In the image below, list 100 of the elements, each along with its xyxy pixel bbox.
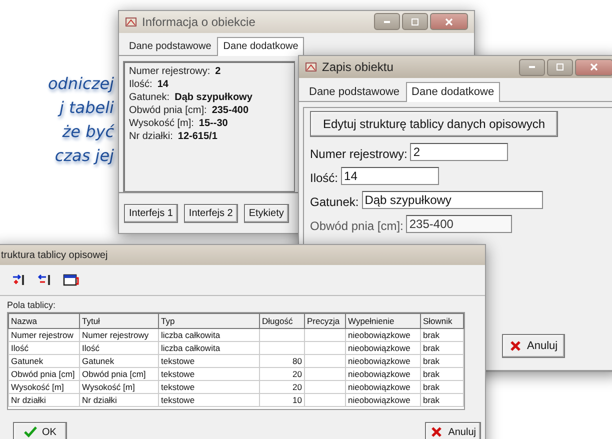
maximize-icon [555,62,565,72]
cross-icon [509,340,522,352]
table-cell: nieobowiązkowe [346,380,420,394]
table-cell: tekstowe [158,394,260,406]
interface-button[interactable]: Interfejs 1 [124,204,178,223]
tab[interactable]: Dane podstawowe [303,82,406,101]
table-cell: Numer rejestrow [8,328,80,342]
table-cell: 20 [260,368,304,380]
tab[interactable]: Dane dodatkowe [406,82,500,102]
table-cell: nieobowiązkowe [346,394,420,406]
table-cell: nieobowiązkowe [346,342,420,354]
table-cell: 20 [260,380,304,394]
tab[interactable]: Dane podstawowe [123,36,218,55]
field-label: Ilość: [310,171,338,185]
table-cell: Ilość [8,342,80,354]
cancel-button[interactable]: Anuluj [502,334,565,358]
field-value: 15--30 [198,118,228,129]
intro-text-line: że być [62,121,114,143]
intro-text-line: odniczej [48,73,114,95]
checkmark-icon [24,426,37,438]
table-cell: nieobowiązkowe [346,328,420,342]
column-header[interactable]: Tytuł [80,314,158,328]
table-cell: nieobowiązkowe [346,368,420,380]
maximize-icon [410,16,420,27]
table-cell: Ilość [80,342,158,354]
input-field[interactable]: 235-400 [406,215,512,233]
tab[interactable]: Dane dodatkowe [217,36,304,56]
column-header[interactable]: Typ [158,314,260,328]
field-label: Gatunek: [310,195,359,209]
intro-text-line: czas jej [54,145,114,167]
table-cell: Nr działki [80,394,158,406]
table-cell: tekstowe [158,380,260,394]
column-header[interactable]: Precyzja [304,314,346,328]
close-button[interactable] [430,13,468,30]
cross-icon [430,426,444,438]
field-label: Gatunek: [129,92,170,103]
minimize-button[interactable] [519,58,545,76]
column-header[interactable]: Nazwa [8,314,80,328]
field-value: 2 [215,66,221,77]
cancel-button[interactable]: Anuluj [425,422,481,439]
ok-button[interactable]: OK [13,422,68,439]
table-cell: liczba całkowita [158,328,260,342]
table-cell: Nr działki [8,394,80,406]
table-cell: tekstowe [158,368,260,380]
table-cell: brak [420,354,464,368]
field-value: 14 [157,78,168,90]
table-cell: brak [420,328,464,342]
window-title: Informacja o obiekcie [142,14,256,29]
field-value: 12-615/1 [178,130,218,142]
table-cell: nieobowiązkowe [346,354,420,368]
table-cell: Obwód pnia [cm] [8,368,80,380]
table-cell: tekstowe [158,354,260,368]
maximize-button[interactable] [547,58,573,76]
field-value: Dąb szypułkowy [174,92,252,103]
table-cell: brak [420,394,464,406]
input-field[interactable]: 2 [410,143,508,161]
close-icon [589,62,599,72]
field-value: 235-400 [212,104,249,116]
interface-button[interactable]: Interfejs 2 [184,204,238,223]
table-cell: brak [420,380,464,394]
column-header[interactable]: Słownik [420,314,464,328]
field-label: Numer rejestrowy: [129,66,210,77]
minimize-button[interactable] [374,13,400,30]
table-cell: brak [420,368,464,380]
table-cell: Wysokość [m] [80,380,158,394]
column-header[interactable]: Długość [260,314,304,328]
table-cell: Gatunek [8,354,80,368]
window-title: truktura tablicy opisowej [1,250,108,260]
add-field-icon[interactable] [11,273,27,287]
table-cell: Gatunek [80,354,158,368]
minimize-icon [384,20,390,23]
input-field[interactable]: Dąb szypułkowy [362,191,543,209]
input-field[interactable]: 14 [341,167,440,185]
window-title: Zapis obiektu [322,60,394,74]
field-label: Wysokość [m]: [129,118,194,129]
table-cell: liczba całkowita [158,342,260,354]
interface-button[interactable]: Etykiety [244,204,289,223]
maximize-button[interactable] [402,13,428,30]
table-cell: Wysokość [m] [8,380,80,394]
table-label: Pola tablicy: [6,299,57,312]
app-icon [305,61,317,73]
field-label: Obwód pnia [cm]: [129,104,207,116]
close-button[interactable] [575,58,612,76]
table-icon[interactable] [63,273,79,287]
app-icon [125,16,137,28]
intro-text-line: j tabeli [60,97,114,119]
close-icon [444,16,454,27]
table-cell: 10 [260,394,304,406]
edit-structure-button[interactable]: Edytuj strukturę tablicy danych opisowych [310,111,558,137]
table-cell: Numer rejestrowy [80,328,158,342]
table-cell: Obwód pnia [cm] [80,368,158,380]
minimize-icon [529,66,535,68]
remove-field-icon[interactable] [37,273,53,287]
field-label: Nr działki: [129,130,173,142]
field-label: Numer rejestrowy: [310,147,408,161]
table-cell: 80 [260,354,304,368]
column-header[interactable]: Wypełnienie [346,314,420,328]
field-label: Obwód pnia [cm]: [310,219,404,233]
field-label: Ilość: [129,78,152,90]
table-cell: brak [420,342,464,354]
